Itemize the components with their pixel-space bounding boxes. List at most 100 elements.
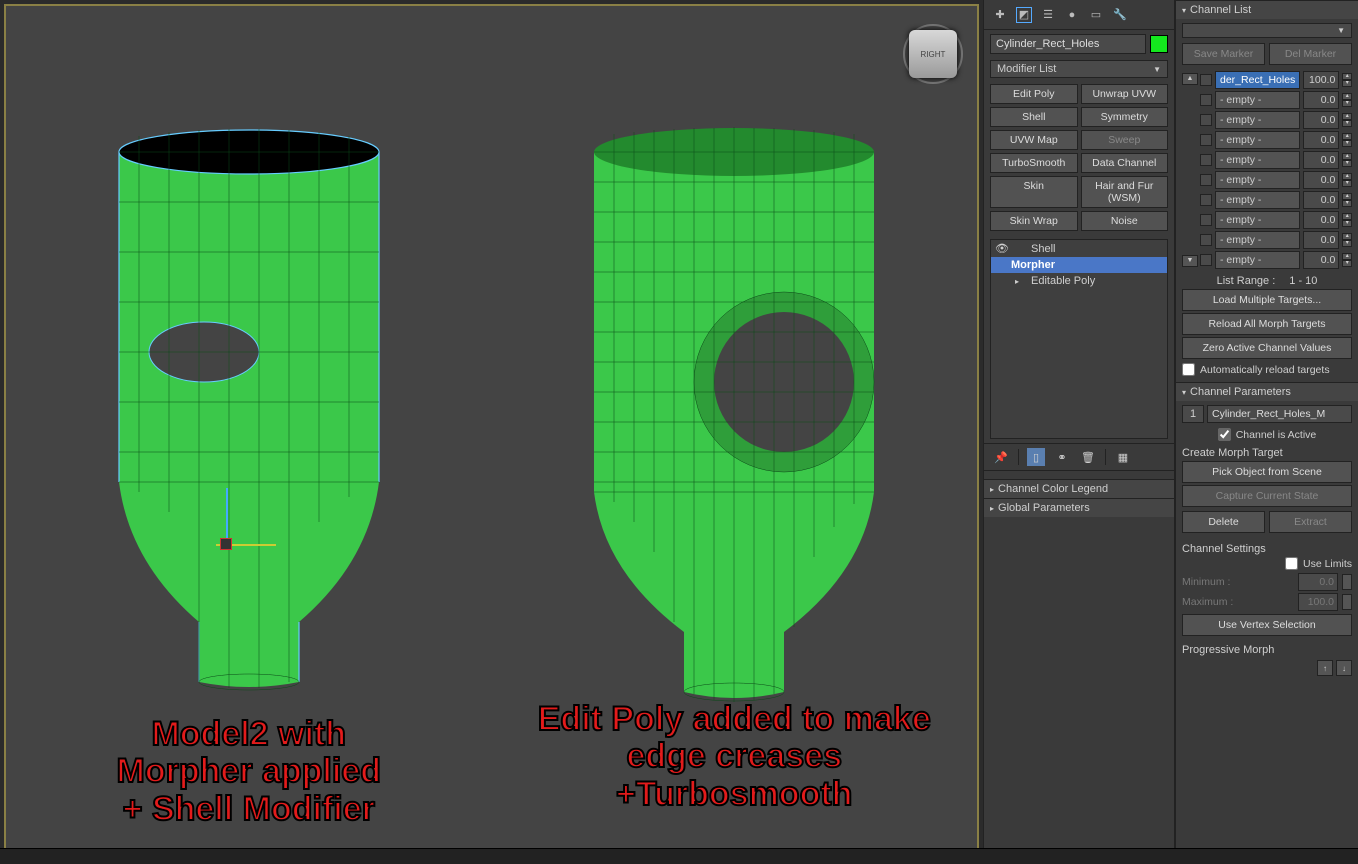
channel-spinner-8[interactable]: ▴▾ (1342, 233, 1352, 247)
list-scroll-down[interactable]: ▼ (1182, 255, 1198, 267)
channel-enable-checkbox[interactable] (1200, 94, 1212, 106)
viewport-right[interactable]: RIGHT Edit Poly added to make edge creas… (492, 6, 978, 858)
maximum-value[interactable]: 100.0 (1298, 593, 1338, 611)
marker-dropdown[interactable]: ▼ (1182, 23, 1352, 38)
channel-value-6[interactable]: 0.0 (1303, 191, 1339, 209)
modifier-stack[interactable]: 👁ShellMorpher▸Editable Poly (990, 239, 1168, 439)
channel-value-7[interactable]: 0.0 (1303, 211, 1339, 229)
channel-spinner-2[interactable]: ▴▾ (1342, 113, 1352, 127)
channel-name-5[interactable]: - empty - (1215, 171, 1300, 189)
pick-object-button[interactable]: Pick Object from Scene (1182, 461, 1352, 483)
channel-value-4[interactable]: 0.0 (1303, 151, 1339, 169)
reload-all-targets-button[interactable]: Reload All Morph Targets (1182, 313, 1352, 335)
make-unique-icon[interactable]: ⚭ (1053, 448, 1071, 466)
channel-name-6[interactable]: - empty - (1215, 191, 1300, 209)
load-multiple-targets-button[interactable]: Load Multiple Targets... (1182, 289, 1352, 311)
modifier-button-hair-and-fur-wsm-[interactable]: Hair and Fur (WSM) (1081, 176, 1169, 208)
viewport[interactable]: Model2 with Morpher applied + Shell Modi… (4, 4, 979, 860)
utilities-tab-icon[interactable]: 🔧 (1112, 7, 1128, 23)
use-limits-checkbox[interactable] (1285, 557, 1298, 570)
modifier-button-symmetry[interactable]: Symmetry (1081, 107, 1169, 127)
modifier-button-unwrap-uvw[interactable]: Unwrap UVW (1081, 84, 1169, 104)
viewcube[interactable]: RIGHT (909, 30, 957, 78)
channel-enable-checkbox[interactable] (1200, 154, 1212, 166)
channel-name-0[interactable]: der_Rect_Holes (1215, 71, 1300, 89)
channel-enable-checkbox[interactable] (1200, 74, 1212, 86)
channel-enable-checkbox[interactable] (1200, 114, 1212, 126)
pin-stack-icon[interactable]: 📌 (992, 448, 1010, 466)
channel-name-3[interactable]: - empty - (1215, 131, 1300, 149)
modifier-button-turbosmooth[interactable]: TurboSmooth (990, 153, 1078, 173)
list-scroll-up[interactable]: ▲ (1182, 73, 1198, 85)
channel-value-8[interactable]: 0.0 (1303, 231, 1339, 249)
rollout-global-parameters[interactable]: ▸Global Parameters (984, 499, 1174, 517)
modifier-list-dropdown[interactable]: Modifier List▼ (990, 60, 1168, 78)
channel-enable-checkbox[interactable] (1200, 174, 1212, 186)
channel-spinner-0[interactable]: ▴▾ (1342, 73, 1352, 87)
modifier-button-edit-poly[interactable]: Edit Poly (990, 84, 1078, 104)
channel-value-9[interactable]: 0.0 (1303, 251, 1339, 269)
channel-name-8[interactable]: - empty - (1215, 231, 1300, 249)
modify-tab-icon[interactable]: ◩ (1016, 7, 1032, 23)
remove-modifier-icon[interactable]: 🗑 (1079, 448, 1097, 466)
channel-spinner-4[interactable]: ▴▾ (1342, 153, 1352, 167)
stack-item-editable-poly[interactable]: ▸Editable Poly (991, 273, 1167, 289)
channel-name-7[interactable]: - empty - (1215, 211, 1300, 229)
object-name-field[interactable] (990, 34, 1146, 54)
hierarchy-tab-icon[interactable]: ☰ (1040, 7, 1056, 23)
channel-spinner-3[interactable]: ▴▾ (1342, 133, 1352, 147)
maximum-spinner[interactable] (1342, 594, 1352, 610)
channel-name-2[interactable]: - empty - (1215, 111, 1300, 129)
modifier-button-sweep[interactable]: Sweep (1081, 130, 1169, 150)
channel-value-5[interactable]: 0.0 (1303, 171, 1339, 189)
channel-enable-checkbox[interactable] (1200, 214, 1212, 226)
channel-enable-checkbox[interactable] (1200, 234, 1212, 246)
scroll-up-icon[interactable]: ↑ (1317, 660, 1333, 676)
transform-gizmo[interactable] (196, 506, 276, 586)
stack-item-morpher[interactable]: Morpher (991, 257, 1167, 273)
display-tab-icon[interactable]: ▭ (1088, 7, 1104, 23)
rollout-channel-list[interactable]: ▾Channel List (1176, 1, 1358, 19)
modifier-button-noise[interactable]: Noise (1081, 211, 1169, 231)
create-tab-icon[interactable]: ✚ (992, 7, 1008, 23)
rollout-channel-color-legend[interactable]: ▸Channel Color Legend (984, 480, 1174, 498)
stack-item-shell[interactable]: 👁Shell (991, 240, 1167, 257)
channel-spinner-6[interactable]: ▴▾ (1342, 193, 1352, 207)
capture-state-button[interactable]: Capture Current State (1182, 485, 1352, 507)
scroll-down-icon[interactable]: ↓ (1336, 660, 1352, 676)
channel-name-field[interactable] (1207, 405, 1352, 423)
zero-active-values-button[interactable]: Zero Active Channel Values (1182, 337, 1352, 359)
minimum-value[interactable]: 0.0 (1298, 573, 1338, 591)
delete-button[interactable]: Delete (1182, 511, 1265, 533)
channel-value-1[interactable]: 0.0 (1303, 91, 1339, 109)
channel-name-4[interactable]: - empty - (1215, 151, 1300, 169)
channel-spinner-9[interactable]: ▴▾ (1342, 253, 1352, 267)
save-marker-button[interactable]: Save Marker (1182, 43, 1265, 65)
extract-button[interactable]: Extract (1269, 511, 1352, 533)
object-color-swatch[interactable] (1150, 35, 1168, 53)
modifier-button-skin[interactable]: Skin (990, 176, 1078, 208)
modifier-button-skin-wrap[interactable]: Skin Wrap (990, 211, 1078, 231)
channel-name-9[interactable]: - empty - (1215, 251, 1300, 269)
visibility-icon[interactable]: 👁 (995, 242, 1009, 255)
channel-spinner-5[interactable]: ▴▾ (1342, 173, 1352, 187)
modifier-button-data-channel[interactable]: Data Channel (1081, 153, 1169, 173)
auto-reload-checkbox[interactable] (1182, 363, 1195, 376)
configure-sets-icon[interactable]: ▦ (1114, 448, 1132, 466)
modifier-button-shell[interactable]: Shell (990, 107, 1078, 127)
channel-spinner-1[interactable]: ▴▾ (1342, 93, 1352, 107)
channel-enable-checkbox[interactable] (1200, 254, 1212, 266)
channel-spinner-7[interactable]: ▴▾ (1342, 213, 1352, 227)
channel-enable-checkbox[interactable] (1200, 134, 1212, 146)
rollout-channel-parameters[interactable]: ▾Channel Parameters (1176, 383, 1358, 401)
show-end-result-icon[interactable]: ▯ (1027, 448, 1045, 466)
modifier-button-uvw-map[interactable]: UVW Map (990, 130, 1078, 150)
channel-active-checkbox[interactable] (1218, 428, 1231, 441)
del-marker-button[interactable]: Del Marker (1269, 43, 1352, 65)
motion-tab-icon[interactable]: ● (1064, 7, 1080, 23)
channel-value-0[interactable]: 100.0 (1303, 71, 1339, 89)
use-vertex-selection-button[interactable]: Use Vertex Selection (1182, 614, 1352, 636)
channel-value-2[interactable]: 0.0 (1303, 111, 1339, 129)
channel-value-3[interactable]: 0.0 (1303, 131, 1339, 149)
viewport-left[interactable]: Model2 with Morpher applied + Shell Modi… (6, 6, 492, 858)
